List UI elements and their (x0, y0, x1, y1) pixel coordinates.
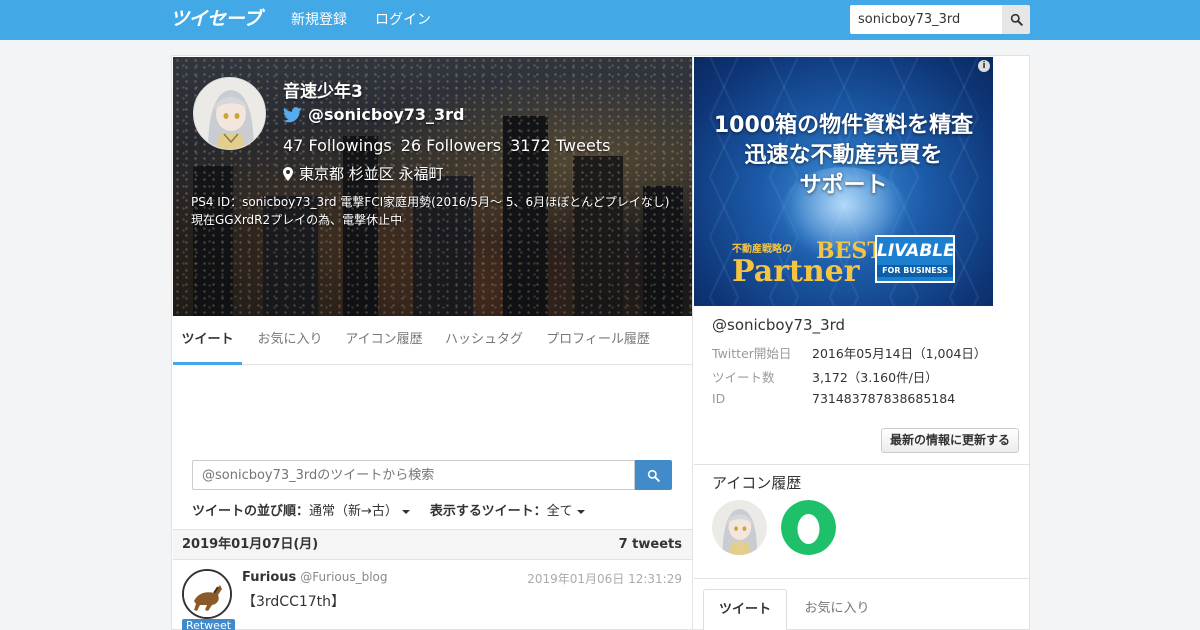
section-divider (694, 464, 1030, 465)
tweet-search (192, 460, 672, 490)
header-search (850, 5, 1030, 34)
header-search-input[interactable] (850, 5, 1002, 34)
tab-profile-history[interactable]: プロフィール履歴 (538, 316, 658, 365)
nav-signup-link[interactable]: 新規登録 (291, 0, 347, 40)
info-row-start-date: Twitter開始日 2016年05月14日（1,004日） (712, 343, 986, 362)
twitter-bird-icon (283, 106, 302, 122)
show-tweets-label: 表示するツイート： (429, 504, 547, 519)
main-container: 音速少年3 @sonicboy73_3rd 47 Followings 26 F… (171, 55, 1030, 630)
icon-history-thumb[interactable] (712, 500, 767, 555)
ad-info-icon[interactable]: i (978, 60, 990, 72)
profile-bio: PS4 ID：sonicboy73_3rd 電撃FCI家庭用勢(2016/5月～… (191, 195, 670, 227)
sidebar-tab-tweets[interactable]: ツイート (703, 589, 787, 630)
info-handle: @sonicboy73_3rd (712, 316, 846, 334)
header-search-button[interactable] (1002, 5, 1030, 34)
tweet-search-button[interactable] (635, 460, 672, 490)
dog-avatar-illustration (184, 571, 230, 617)
ad-partner: Partner (732, 254, 860, 289)
profile-handle: @sonicboy73_3rd (308, 105, 465, 124)
update-info-button[interactable]: 最新の情報に更新する (881, 428, 1019, 453)
followings-count[interactable]: 47 Followings (283, 136, 392, 155)
tweet-author-line: Furious @Furious_blog (242, 570, 388, 585)
nav-login-link[interactable]: ログイン (375, 0, 431, 40)
show-tweets-dropdown[interactable]: 表示するツイート：全て (430, 500, 585, 519)
profile-tabs: ツイート お気に入り アイコン履歴 ハッシュタグ プロフィール履歴 (173, 316, 692, 365)
sort-order-dropdown[interactable]: ツイートの並び順：通常（新→古） (192, 500, 410, 519)
tweet-search-input[interactable] (192, 460, 635, 490)
tab-hashtags[interactable]: ハッシュタグ (438, 316, 530, 365)
tweet-author-handle[interactable]: @Furious_blog (300, 570, 387, 584)
info-row-id: ID 731483787838685184 (712, 391, 955, 406)
ad-banner[interactable]: i 1000箱の物件資料を精査 迅速な不動産売買を サポート BEST Part… (694, 57, 993, 306)
profile-location: 東京都 杉並区 永福町 (299, 165, 444, 183)
profile-stats: 47 Followings 26 Followers 3172 Tweets (283, 136, 610, 155)
left-column: 音速少年3 @sonicboy73_3rd 47 Followings 26 F… (172, 56, 693, 630)
tweet-text: 【3rdCC17th】 (242, 594, 346, 610)
sort-order-label: ツイートの並び順： (192, 504, 310, 519)
tweet-author-avatar[interactable] (182, 569, 232, 619)
map-marker-icon (283, 166, 293, 181)
tweets-count[interactable]: 3172 Tweets (510, 136, 610, 155)
sort-options: ツイートの並び順：通常（新→古） 表示するツイート：全て (192, 500, 585, 519)
profile-handle-row: @sonicboy73_3rd (283, 105, 465, 124)
date-group-count: 7 tweets (618, 537, 682, 552)
ad-logo-text: LIVABLE (877, 241, 955, 261)
info-label: ID (712, 391, 726, 406)
caret-down-icon (576, 509, 585, 514)
profile-banner: 音速少年3 @sonicboy73_3rd 47 Followings 26 F… (173, 57, 692, 316)
sidebar-tabs: ツイート お気に入り (703, 589, 1019, 630)
tab-tweets[interactable]: ツイート (173, 316, 242, 365)
followers-count[interactable]: 26 Followers (401, 136, 501, 155)
icon-history-title: アイコン履歴 (712, 474, 802, 492)
search-icon (1010, 13, 1023, 26)
avatar-illustration (712, 500, 767, 555)
profile-location-row: 東京都 杉並区 永福町 (283, 163, 444, 184)
site-logo[interactable]: ツイセーブ (170, 7, 262, 31)
date-group-date: 2019年01月07日(月) (182, 537, 319, 552)
sidebar-tab-favorites[interactable]: お気に入り (795, 589, 879, 630)
ad-headline-3: サポート (799, 173, 888, 198)
date-group-header: 2019年01月07日(月) 7 tweets (173, 529, 692, 560)
tab-icon-history[interactable]: アイコン履歴 (338, 316, 430, 365)
ad-headline-1: 1000箱の物件資料を精査 (713, 113, 974, 138)
default-egg-icon (781, 500, 836, 555)
tab-favorites[interactable]: お気に入り (250, 316, 330, 365)
tweet-timestamp[interactable]: 2019年01月06日 12:31:29 (527, 570, 682, 587)
section-divider (694, 578, 1030, 579)
info-row-tweet-count: ツイート数 3,172（3.160件/日） (712, 367, 938, 386)
avatar-illustration (194, 78, 265, 149)
profile-name: 音速少年3 (283, 82, 363, 102)
navbar: ツイセーブ 新規登録 ログイン (0, 0, 1200, 40)
info-value: 3,172（3.160件/日） (812, 370, 938, 385)
profile-avatar[interactable] (193, 77, 266, 150)
ad-brand-logo: LIVABLE FOR BUSINESS (875, 235, 955, 283)
retweet-badge: Retweet (182, 619, 235, 630)
info-label: Twitter開始日 (712, 346, 792, 361)
sort-order-value: 通常（新→古） (309, 504, 398, 519)
ad-logo-subtext: FOR BUSINESS (877, 265, 953, 277)
ad-tagline: 不動産戦略の (732, 244, 792, 255)
caret-down-icon (401, 509, 410, 514)
info-value: 731483787838685184 (812, 391, 956, 406)
right-column: i 1000箱の物件資料を精査 迅速な不動産売買を サポート BEST Part… (694, 56, 1030, 630)
icon-history-thumb[interactable] (781, 500, 836, 555)
ad-headline-2: 迅速な不動産売買を (744, 143, 943, 168)
tweet-author-name[interactable]: Furious (242, 570, 296, 585)
info-value: 2016年05月14日（1,004日） (812, 346, 987, 361)
tweet-item: Retweet Furious @Furious_blog 2019年01月06日… (173, 561, 692, 630)
show-tweets-value: 全て (546, 504, 573, 519)
search-icon (647, 469, 660, 482)
info-label: ツイート数 (712, 370, 775, 385)
